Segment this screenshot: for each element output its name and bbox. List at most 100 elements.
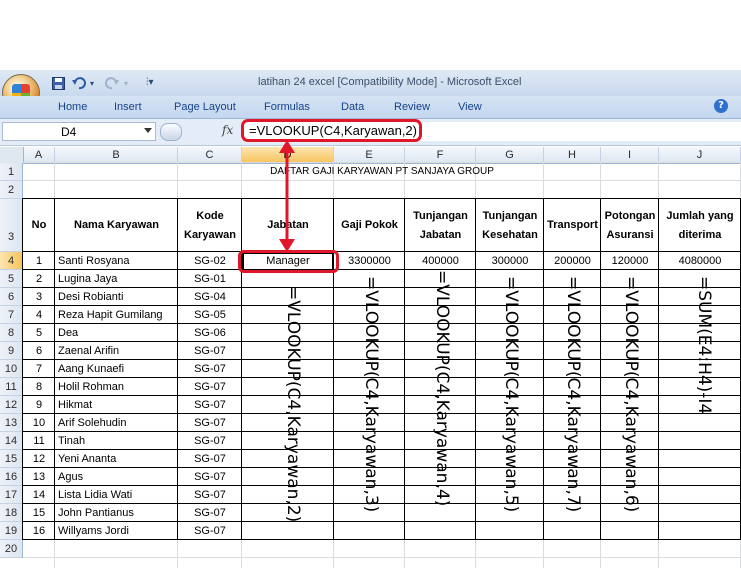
redo-icon[interactable] (105, 77, 119, 93)
cell-kode-karyawan[interactable]: SG-07 (178, 471, 242, 483)
row-header-9[interactable]: 9 (0, 342, 23, 360)
row-header-12[interactable]: 12 (0, 396, 23, 414)
column-header-g[interactable]: G (476, 147, 544, 163)
cell-no[interactable]: 6 (23, 345, 55, 357)
column-header-a[interactable]: A (23, 147, 55, 163)
cell-nama-karyawan[interactable]: Aang Kunaefi (58, 363, 176, 375)
cell-j4-jumlah[interactable]: 4080000 (659, 255, 741, 267)
name-box-dropdown-icon[interactable] (144, 128, 152, 133)
cell-kode-karyawan[interactable]: SG-07 (178, 525, 242, 537)
cell-e4-gaji[interactable]: 3300000 (334, 255, 405, 267)
cell-i4-asuransi[interactable]: 120000 (601, 255, 659, 267)
row-header-4[interactable]: 4 (0, 252, 23, 270)
tab-view[interactable]: View (458, 101, 482, 113)
cell-nama-karyawan[interactable]: Agus (58, 471, 176, 483)
cell-kode-karyawan[interactable]: SG-07 (178, 381, 242, 393)
cell-kode-karyawan[interactable]: SG-07 (178, 363, 242, 375)
cell-nama-karyawan[interactable]: Willyams Jordi (58, 525, 176, 537)
row-header-18[interactable]: 18 (0, 504, 23, 522)
cell-no[interactable]: 14 (23, 489, 55, 501)
cell-no[interactable]: 11 (23, 435, 55, 447)
row-header-1[interactable]: 1 (0, 163, 23, 181)
cell-kode-karyawan[interactable]: SG-07 (178, 417, 242, 429)
row-header-5[interactable]: 5 (0, 270, 23, 288)
cell-no[interactable]: 8 (23, 381, 55, 393)
undo-icon[interactable] (72, 77, 86, 93)
cell-kode-karyawan[interactable]: SG-01 (178, 273, 242, 285)
row-header-14[interactable]: 14 (0, 432, 23, 450)
cell-nama-karyawan[interactable]: Hikmat (58, 399, 176, 411)
cell-nama-karyawan[interactable]: Desi Robianti (58, 291, 176, 303)
row-header-19[interactable]: 19 (0, 522, 23, 540)
row-header-2[interactable]: 2 (0, 181, 23, 199)
column-header-i[interactable]: I (601, 147, 659, 163)
column-header-j[interactable]: J (659, 147, 741, 163)
row-header-3[interactable]: 3 (0, 199, 23, 252)
cell-no[interactable]: 12 (23, 453, 55, 465)
cell-kode-karyawan[interactable]: SG-02 (178, 255, 242, 267)
tab-review[interactable]: Review (394, 101, 430, 113)
cell-f4-tunjangan-jabatan[interactable]: 400000 (405, 255, 476, 267)
tab-formulas[interactable]: Formulas (264, 101, 310, 113)
cell-kode-karyawan[interactable]: SG-07 (178, 507, 242, 519)
cell-kode-karyawan[interactable]: SG-04 (178, 291, 242, 303)
cell-kode-karyawan[interactable]: SG-07 (178, 399, 242, 411)
cell-no[interactable]: 13 (23, 471, 55, 483)
cell-nama-karyawan[interactable]: Lugina Jaya (58, 273, 176, 285)
row-header-6[interactable]: 6 (0, 288, 23, 306)
insert-function-icon[interactable]: fx (222, 123, 233, 137)
column-header-c[interactable]: C (178, 147, 242, 163)
cell-kode-karyawan[interactable]: SG-05 (178, 309, 242, 321)
cell-no[interactable]: 2 (23, 273, 55, 285)
cell-no[interactable]: 4 (23, 309, 55, 321)
cell-no[interactable]: 3 (23, 291, 55, 303)
row-header-8[interactable]: 8 (0, 324, 23, 342)
help-icon[interactable]: ? (714, 99, 728, 113)
cell-nama-karyawan[interactable]: Dea (58, 327, 176, 339)
tab-data[interactable]: Data (341, 101, 364, 113)
customize-quick-access-icon[interactable]: ⫶▾ (146, 77, 154, 88)
cell-nama-karyawan[interactable]: Reza Hapit Gumilang (58, 309, 176, 321)
select-all-corner[interactable] (0, 147, 24, 163)
row-header-10[interactable]: 10 (0, 360, 23, 378)
tab-page-layout[interactable]: Page Layout (174, 101, 236, 113)
cell-no[interactable]: 7 (23, 363, 55, 375)
cell-no[interactable]: 10 (23, 417, 55, 429)
formula-bar-resize-handle[interactable] (160, 123, 182, 141)
row-header-20[interactable]: 20 (0, 540, 23, 558)
cell-g4-tunjangan-kesehatan[interactable]: 300000 (476, 255, 544, 267)
tab-insert[interactable]: Insert (114, 101, 142, 113)
cell-nama-karyawan[interactable]: Zaenal Arifin (58, 345, 176, 357)
cell-kode-karyawan[interactable]: SG-07 (178, 453, 242, 465)
cell-no[interactable]: 15 (23, 507, 55, 519)
row-header-13[interactable]: 13 (0, 414, 23, 432)
cell-no[interactable]: 1 (23, 255, 55, 267)
column-header-f[interactable]: F (405, 147, 476, 163)
undo-dropdown-icon[interactable]: ▾ (90, 79, 94, 88)
cell-nama-karyawan[interactable]: Holil Rohman (58, 381, 176, 393)
cell-no[interactable]: 9 (23, 399, 55, 411)
cell-nama-karyawan[interactable]: John Pantianus (58, 507, 176, 519)
row-header-17[interactable]: 17 (0, 486, 23, 504)
cell-nama-karyawan[interactable]: Lista Lidia Wati (58, 489, 176, 501)
cell-kode-karyawan[interactable]: SG-07 (178, 435, 242, 447)
save-icon[interactable] (52, 77, 65, 93)
cell-kode-karyawan[interactable]: SG-07 (178, 489, 242, 501)
cell-no[interactable]: 16 (23, 525, 55, 537)
redo-dropdown-icon[interactable]: ▾ (124, 79, 128, 88)
cell-kode-karyawan[interactable]: SG-07 (178, 345, 242, 357)
cell-nama-karyawan[interactable]: Santi Rosyana (58, 255, 176, 267)
row-header-11[interactable]: 11 (0, 378, 23, 396)
cell-nama-karyawan[interactable]: Arif Solehudin (58, 417, 176, 429)
cell-h4-transport[interactable]: 200000 (544, 255, 601, 267)
name-box[interactable]: D4 (2, 122, 156, 141)
cell-kode-karyawan[interactable]: SG-06 (178, 327, 242, 339)
column-header-e[interactable]: E (334, 147, 405, 163)
row-header-15[interactable]: 15 (0, 450, 23, 468)
cell-no[interactable]: 5 (23, 327, 55, 339)
cell-nama-karyawan[interactable]: Tinah (58, 435, 176, 447)
column-header-b[interactable]: B (55, 147, 178, 163)
row-header-7[interactable]: 7 (0, 306, 23, 324)
tab-home[interactable]: Home (58, 101, 87, 113)
row-header-16[interactable]: 16 (0, 468, 23, 486)
